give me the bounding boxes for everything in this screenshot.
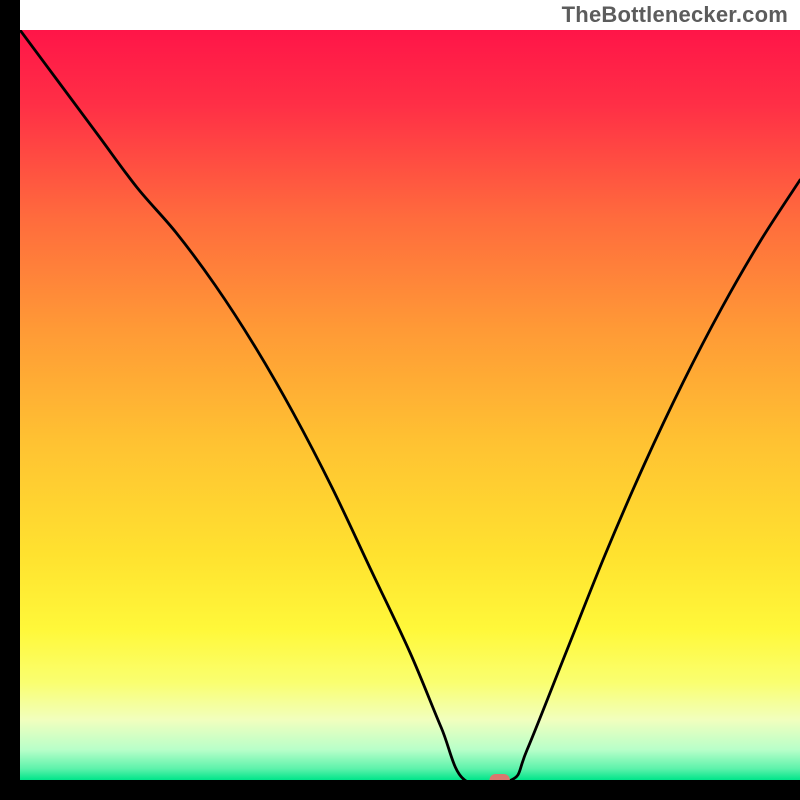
plot-background	[20, 30, 800, 780]
chart-svg	[0, 0, 800, 800]
chart-container: TheBottlenecker.com	[0, 0, 800, 800]
frame-bottom	[0, 780, 800, 800]
frame-left	[0, 0, 20, 800]
brand-watermark: TheBottlenecker.com	[562, 2, 788, 28]
